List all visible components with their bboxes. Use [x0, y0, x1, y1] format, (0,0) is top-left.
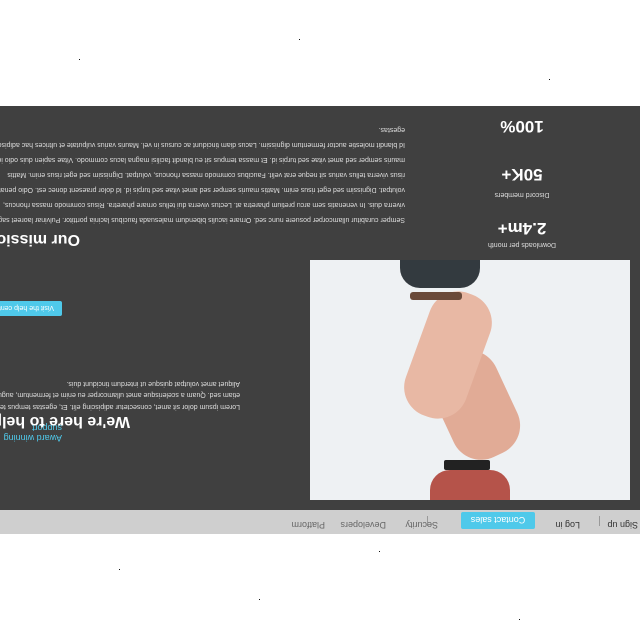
background-noise: [0, 0, 640, 106]
noise-dot: [549, 79, 550, 80]
hero-body: Lorem ipsum dolor sit amet, consectetur …: [0, 380, 240, 410]
stat-value: 50K+: [501, 165, 543, 184]
mission-body: Semper curabitur ullamcorper posuere nun…: [0, 126, 405, 223]
bracelet-shape: [410, 292, 462, 300]
nav-link-security[interactable]: Security: [405, 520, 438, 530]
navbar: Sign up Log in Contact sales Security De…: [0, 510, 640, 534]
noise-dot: [79, 59, 80, 60]
stat-value: 2.4m+: [497, 219, 547, 238]
help-center-button[interactable]: Visit the help center: [0, 301, 62, 316]
noise-dot: [259, 599, 260, 600]
stat-label: Downloads per month: [487, 241, 557, 248]
page: { "nav": { "links": ["Platform", "Develo…: [0, 0, 640, 640]
noise-dot: [299, 39, 300, 40]
wristband-shape: [444, 460, 490, 470]
nav-divider: [599, 516, 600, 526]
noise-dot: [519, 619, 520, 620]
sleeve-shape: [400, 260, 480, 288]
login-link[interactable]: Log in: [555, 520, 580, 530]
nav-link-developers[interactable]: Developers: [340, 520, 386, 530]
stat-label: Discord members: [494, 191, 550, 198]
hero-title: We're here to help: [0, 413, 130, 430]
mission-title: Our mission: [0, 231, 80, 248]
stat-value: 100%: [500, 117, 544, 136]
content-section: Award winning support We're here to help…: [0, 106, 640, 510]
sleeve-shape: [430, 470, 510, 500]
hands-photo: [310, 260, 630, 500]
signup-link[interactable]: Sign up: [607, 520, 638, 530]
nav-link-platform[interactable]: Platform: [291, 520, 325, 530]
background-noise: [0, 534, 640, 640]
noise-dot: [379, 551, 380, 552]
contact-sales-button[interactable]: Contact sales: [461, 512, 535, 529]
noise-dot: [119, 569, 120, 570]
